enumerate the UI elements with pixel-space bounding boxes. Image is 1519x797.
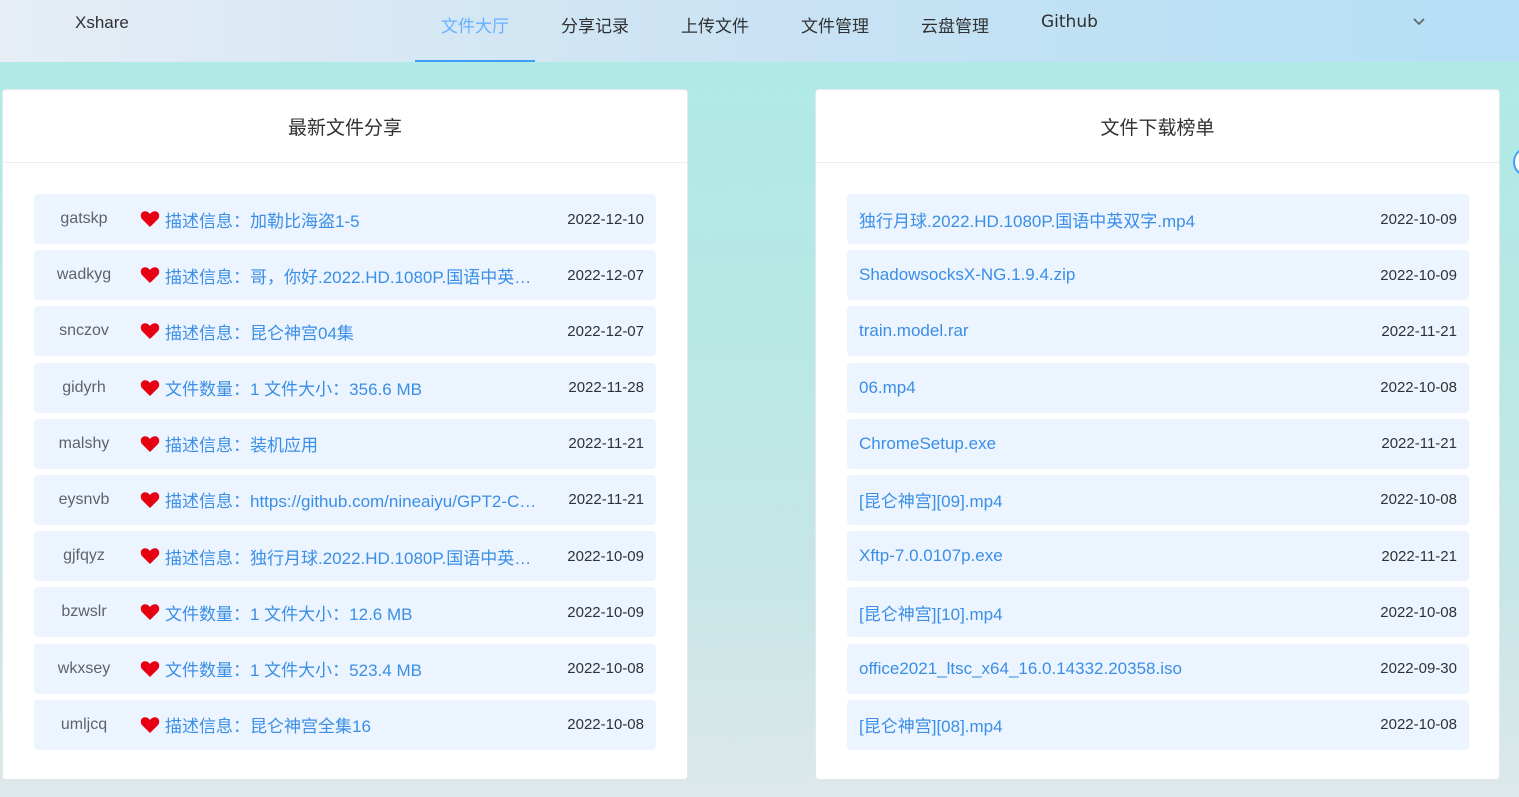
file-date: 2022-11-21 bbox=[1381, 547, 1457, 565]
file-name-link[interactable]: Xftp-7.0.0107p.exe bbox=[847, 546, 1327, 566]
share-description[interactable]: 描述信息：独行月球.2022.HD.1080P.国语中英双字.mp4 bbox=[165, 544, 537, 569]
share-user[interactable]: umljcq bbox=[34, 716, 134, 734]
share-date: 2022-11-28 bbox=[568, 379, 644, 397]
heart-icon bbox=[140, 435, 160, 452]
floating-action-button[interactable] bbox=[1513, 147, 1519, 177]
share-user[interactable]: gatskp bbox=[34, 210, 134, 228]
download-ranking-card: 文件下载榜单 独行月球.2022.HD.1080P.国语中英双字.mp4 2022… bbox=[815, 89, 1500, 780]
share-user[interactable]: gjfqyz bbox=[34, 547, 134, 565]
ranking-list-item[interactable]: 06.mp4 2022-10-08 bbox=[847, 362, 1469, 413]
heart-icon bbox=[140, 548, 160, 565]
file-date: 2022-11-21 bbox=[1381, 435, 1457, 453]
share-list-item[interactable]: wadkyg 描述信息：哥，你好.2022.HD.1080P.国语中英双字.mp4… bbox=[34, 250, 656, 301]
file-name-link[interactable]: office2021_ltsc_x64_16.0.14332.20358.iso bbox=[847, 659, 1327, 679]
nav-upload-file[interactable]: 上传文件 bbox=[655, 0, 775, 62]
share-date: 2022-11-21 bbox=[568, 491, 644, 509]
ranking-list-item[interactable]: 独行月球.2022.HD.1080P.国语中英双字.mp4 2022-10-09 bbox=[847, 194, 1469, 244]
file-name-link[interactable]: [昆仑神宫][08].mp4 bbox=[847, 712, 1327, 737]
file-date: 2022-10-08 bbox=[1380, 491, 1457, 509]
file-name-link[interactable]: 独行月球.2022.HD.1080P.国语中英双字.mp4 bbox=[847, 207, 1327, 232]
latest-shares-card: 最新文件分享 gatskp 描述信息：加勒比海盗1-5 2022-12-10 wadk… bbox=[2, 89, 688, 780]
file-date: 2022-10-08 bbox=[1380, 716, 1457, 734]
share-date: 2022-10-09 bbox=[567, 603, 644, 621]
nav-share-records[interactable]: 分享记录 bbox=[535, 0, 655, 62]
top-navbar: Xshare 文件大厅 分享记录 上传文件 文件管理 云盘管理 Github bbox=[0, 0, 1519, 62]
heart-icon bbox=[140, 716, 160, 733]
file-date: 2022-10-08 bbox=[1380, 603, 1457, 621]
ranking-list-item[interactable]: Xftp-7.0.0107p.exe 2022-11-21 bbox=[847, 531, 1469, 582]
share-description[interactable]: 描述信息：昆仑神宫全集16 bbox=[165, 712, 537, 737]
share-date: 2022-10-09 bbox=[567, 547, 644, 565]
share-user[interactable]: snczov bbox=[34, 322, 134, 340]
file-date: 2022-11-21 bbox=[1381, 322, 1457, 340]
share-list-item[interactable]: umljcq 描述信息：昆仑神宫全集16 2022-10-08 bbox=[34, 699, 656, 750]
share-list-item[interactable]: bzwslr 文件数量：1 文件大小：12.6 MB 2022-10-09 bbox=[34, 587, 656, 638]
ranking-list-item[interactable]: office2021_ltsc_x64_16.0.14332.20358.iso… bbox=[847, 643, 1469, 694]
share-user[interactable]: gidyrh bbox=[34, 379, 134, 397]
share-date: 2022-12-10 bbox=[567, 210, 644, 228]
share-description[interactable]: 描述信息：装机应用 bbox=[165, 431, 537, 456]
share-description[interactable]: 描述信息：加勒比海盗1-5 bbox=[165, 207, 537, 232]
ranking-list-item[interactable]: [昆仑神宫][10].mp4 2022-10-08 bbox=[847, 587, 1469, 638]
share-date: 2022-12-07 bbox=[567, 322, 644, 340]
share-date: 2022-12-07 bbox=[567, 266, 644, 284]
share-user[interactable]: malshy bbox=[34, 435, 134, 453]
download-ranking-title: 文件下载榜单 bbox=[816, 90, 1499, 163]
share-description[interactable]: 描述信息：昆仑神宫04集 bbox=[165, 319, 537, 344]
share-description[interactable]: 文件数量：1 文件大小：12.6 MB bbox=[165, 600, 537, 625]
share-list: gatskp 描述信息：加勒比海盗1-5 2022-12-10 wadkyg 描述信息：… bbox=[34, 194, 656, 756]
file-name-link[interactable]: ChromeSetup.exe bbox=[847, 434, 1327, 454]
share-user[interactable]: wkxsey bbox=[34, 660, 134, 678]
file-name-link[interactable]: [昆仑神宫][09].mp4 bbox=[847, 487, 1327, 512]
share-description[interactable]: 文件数量：1 文件大小：356.6 MB bbox=[165, 375, 537, 400]
share-date: 2022-10-08 bbox=[567, 716, 644, 734]
share-list-item[interactable]: gidyrh 文件数量：1 文件大小：356.6 MB 2022-11-28 bbox=[34, 362, 656, 413]
nav-file-hall[interactable]: 文件大厅 bbox=[415, 0, 535, 62]
heart-icon bbox=[140, 211, 160, 227]
ranking-list-item[interactable]: [昆仑神宫][08].mp4 2022-10-08 bbox=[847, 699, 1469, 750]
share-description[interactable]: 文件数量：1 文件大小：523.4 MB bbox=[165, 656, 537, 681]
file-name-link[interactable]: train.model.rar bbox=[847, 321, 1327, 341]
ranking-list-item[interactable]: ChromeSetup.exe 2022-11-21 bbox=[847, 418, 1469, 469]
share-user[interactable]: eysnvb bbox=[34, 491, 134, 509]
heart-icon bbox=[140, 379, 160, 396]
share-user[interactable]: wadkyg bbox=[34, 266, 134, 284]
share-user[interactable]: bzwslr bbox=[34, 603, 134, 621]
share-list-item[interactable]: snczov 描述信息：昆仑神宫04集 2022-12-07 bbox=[34, 306, 656, 357]
file-date: 2022-10-09 bbox=[1380, 266, 1457, 284]
nav-github[interactable]: Github bbox=[1015, 0, 1124, 62]
latest-shares-title: 最新文件分享 bbox=[3, 90, 687, 163]
heart-icon bbox=[140, 492, 160, 508]
heart-icon bbox=[140, 323, 160, 340]
share-list-item[interactable]: wkxsey 文件数量：1 文件大小：523.4 MB 2022-10-08 bbox=[34, 643, 656, 694]
ranking-list: 独行月球.2022.HD.1080P.国语中英双字.mp4 2022-10-09 S… bbox=[847, 194, 1469, 756]
nav-file-management[interactable]: 文件管理 bbox=[775, 0, 895, 62]
share-date: 2022-10-08 bbox=[567, 660, 644, 677]
main-nav: 文件大厅 分享记录 上传文件 文件管理 云盘管理 Github bbox=[415, 0, 1124, 62]
share-description[interactable]: 描述信息：https://github.com/nineaiyu/GPT2-Ch… bbox=[165, 487, 537, 512]
file-name-link[interactable]: 06.mp4 bbox=[847, 378, 1327, 398]
share-list-item[interactable]: malshy 描述信息：装机应用 2022-11-21 bbox=[34, 418, 656, 469]
file-name-link[interactable]: ShadowsocksX-NG.1.9.4.zip bbox=[847, 265, 1327, 285]
nav-cloud-management[interactable]: 云盘管理 bbox=[895, 0, 1015, 62]
file-date: 2022-10-08 bbox=[1380, 379, 1457, 397]
share-description[interactable]: 描述信息：哥，你好.2022.HD.1080P.国语中英双字.mp4 bbox=[165, 263, 537, 288]
chevron-down-icon[interactable] bbox=[1410, 12, 1428, 30]
ranking-list-item[interactable]: [昆仑神宫][09].mp4 2022-10-08 bbox=[847, 474, 1469, 525]
heart-icon bbox=[140, 267, 160, 284]
heart-icon bbox=[140, 604, 160, 621]
file-name-link[interactable]: [昆仑神宫][10].mp4 bbox=[847, 600, 1327, 625]
ranking-list-item[interactable]: train.model.rar 2022-11-21 bbox=[847, 306, 1469, 357]
share-date: 2022-11-21 bbox=[568, 435, 644, 453]
file-date: 2022-10-09 bbox=[1380, 210, 1457, 228]
share-list-item[interactable]: gjfqyz 描述信息：独行月球.2022.HD.1080P.国语中英双字.mp4… bbox=[34, 531, 656, 582]
share-list-item[interactable]: eysnvb 描述信息：https://github.com/nineaiyu/G… bbox=[34, 474, 656, 525]
ranking-list-item[interactable]: ShadowsocksX-NG.1.9.4.zip 2022-10-09 bbox=[847, 250, 1469, 301]
file-date: 2022-09-30 bbox=[1380, 660, 1457, 677]
heart-icon bbox=[140, 660, 160, 677]
share-list-item[interactable]: gatskp 描述信息：加勒比海盗1-5 2022-12-10 bbox=[34, 194, 656, 244]
brand-logo[interactable]: Xshare bbox=[75, 13, 129, 33]
